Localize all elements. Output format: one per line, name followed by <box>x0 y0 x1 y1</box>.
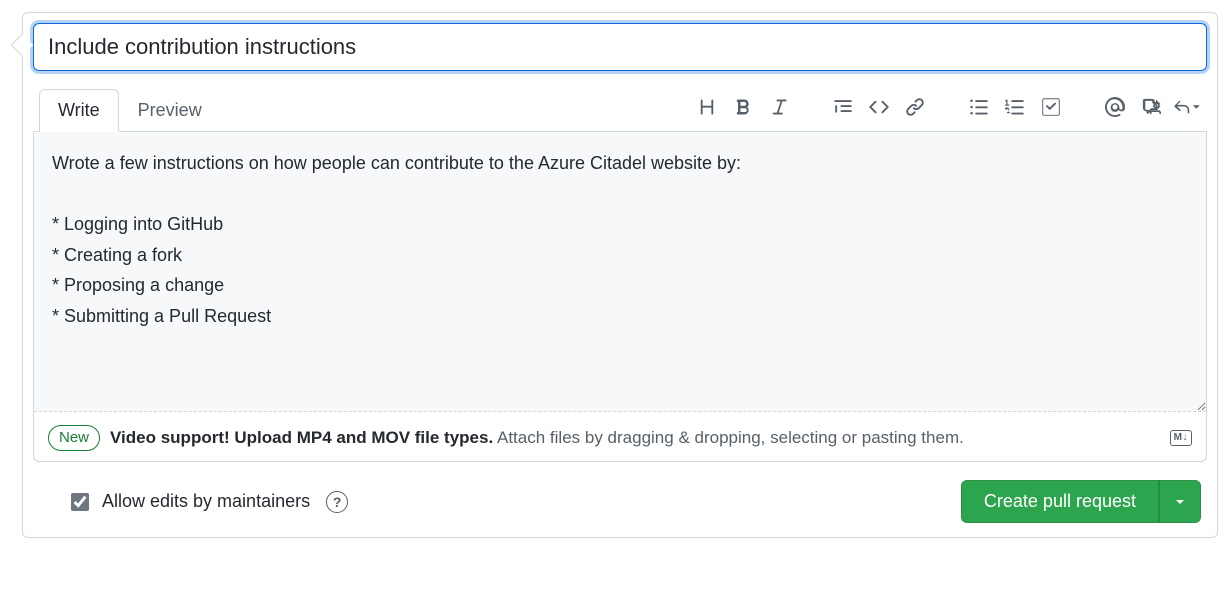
numbered-list-icon[interactable] <box>1001 93 1029 121</box>
body-area: New Video support! Upload MP4 and MOV fi… <box>33 132 1207 462</box>
tab-preview[interactable]: Preview <box>119 89 221 132</box>
new-badge: New <box>48 425 100 451</box>
task-list-icon[interactable] <box>1037 93 1065 121</box>
link-icon[interactable] <box>901 93 929 121</box>
submit-button-group: Create pull request <box>961 480 1201 523</box>
code-icon[interactable] <box>865 93 893 121</box>
markdown-help-icon[interactable]: M↓ <box>1170 430 1192 446</box>
attach-row[interactable]: New Video support! Upload MP4 and MOV fi… <box>34 415 1206 461</box>
markdown-toolbar <box>693 93 1201 127</box>
pr-compose-panel: Write Preview <box>22 12 1218 538</box>
create-pr-button[interactable]: Create pull request <box>961 480 1159 523</box>
chevron-down-icon <box>1192 102 1201 112</box>
bullet-list-icon[interactable] <box>965 93 993 121</box>
chevron-down-icon <box>1174 496 1186 508</box>
help-icon[interactable]: ? <box>326 491 348 513</box>
panel-caret <box>11 34 34 57</box>
pr-title-input[interactable] <box>33 23 1207 71</box>
attach-headline: Video support! Upload MP4 and MOV file t… <box>110 428 493 447</box>
create-pr-dropdown-button[interactable] <box>1159 480 1201 523</box>
italic-icon[interactable] <box>765 93 793 121</box>
compose-tabs: Write Preview <box>39 89 221 132</box>
compose-tabs-row: Write Preview <box>33 89 1207 132</box>
allow-edits-row[interactable]: Allow edits by maintainers ? <box>67 490 348 514</box>
footer-row: Allow edits by maintainers ? Create pull… <box>33 462 1207 527</box>
allow-edits-label: Allow edits by maintainers <box>102 491 310 512</box>
quote-icon[interactable] <box>829 93 857 121</box>
tab-write[interactable]: Write <box>39 89 119 132</box>
bold-icon[interactable] <box>729 93 757 121</box>
allow-edits-checkbox[interactable] <box>71 493 89 511</box>
heading-icon[interactable] <box>693 93 721 121</box>
cross-reference-icon[interactable] <box>1137 93 1165 121</box>
pr-body-textarea[interactable] <box>34 132 1206 412</box>
saved-reply-icon[interactable] <box>1173 93 1201 121</box>
attach-hint-text: Attach files by dragging & dropping, sel… <box>497 428 964 447</box>
mention-icon[interactable] <box>1101 93 1129 121</box>
